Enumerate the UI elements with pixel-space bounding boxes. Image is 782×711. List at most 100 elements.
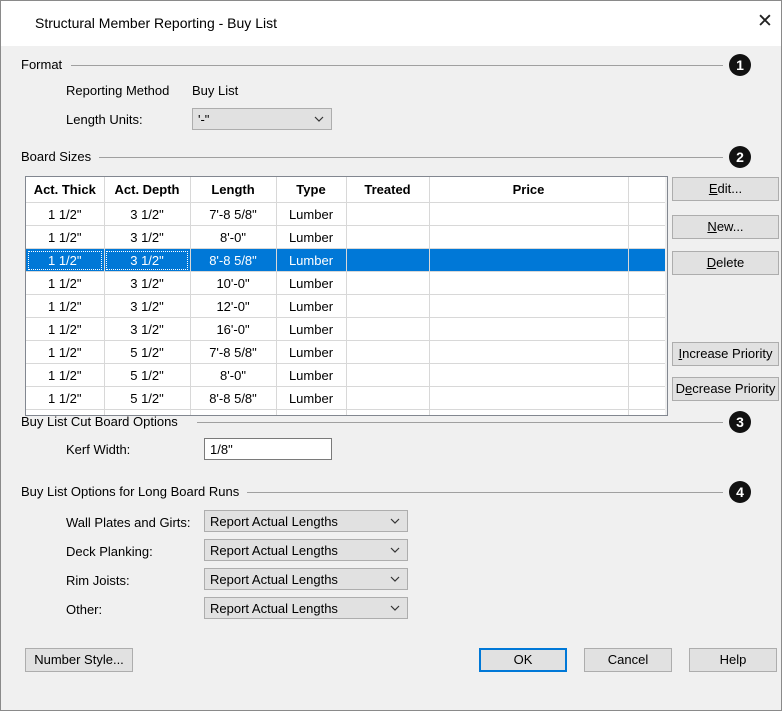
table-cell[interactable]: Lumber — [276, 271, 347, 295]
table-scrollbar[interactable] — [665, 177, 668, 415]
table-cell[interactable]: 5 1/2" — [104, 363, 191, 387]
table-cell[interactable]: 1 1/2" — [26, 386, 105, 410]
table-row[interactable]: 1 1/2" 5 1/2" 8'-0" Lumber — [26, 363, 665, 387]
table-row[interactable]: 1 1/2" 3 1/2" 7'-8 5/8" Lumber — [26, 202, 665, 226]
board-sizes-table[interactable]: Act. Thick Act. Depth Length Type Treate… — [25, 176, 668, 416]
number-style-button[interactable]: Number Style... — [25, 648, 133, 672]
table-cell[interactable]: 3 1/2" — [104, 271, 191, 295]
table-cell[interactable] — [346, 294, 430, 318]
table-cell[interactable] — [429, 386, 629, 410]
table-cell[interactable]: Lumber — [276, 386, 347, 410]
table-cell[interactable]: 1 1/2" — [26, 225, 105, 249]
table-row[interactable]: 1 1/2" 5 1/2" 7'-8 5/8" Lumber — [26, 340, 665, 364]
table-cell[interactable]: 1 1/2" — [26, 317, 105, 341]
table-cell[interactable]: 1 1/2" — [26, 363, 105, 387]
table-cell[interactable]: 10'-0" — [190, 271, 277, 295]
close-icon[interactable]: ✕ — [753, 10, 777, 34]
table-cell[interactable]: 7'-8 5/8" — [190, 202, 277, 226]
other-select[interactable]: Report Actual Lengths — [204, 597, 408, 619]
table-cell[interactable]: Lumber — [276, 294, 347, 318]
table-cell[interactable]: Lumber — [276, 317, 347, 341]
table-cell[interactable] — [429, 317, 629, 341]
format-separator — [71, 65, 723, 66]
table-cell[interactable]: 1 1/2" — [26, 248, 105, 272]
help-button[interactable]: Help — [689, 648, 777, 672]
table-cell[interactable]: Lumber — [276, 363, 347, 387]
kerf-width-field[interactable] — [204, 438, 332, 460]
table-cell[interactable]: 1 1/2" — [26, 340, 105, 364]
cancel-button[interactable]: Cancel — [584, 648, 672, 672]
table-cell[interactable]: Lumber — [276, 202, 347, 226]
column-header-treated[interactable]: Treated — [346, 177, 430, 203]
decrease-priority-button[interactable]: Decrease Priority — [672, 377, 779, 401]
rim-joists-select[interactable]: Report Actual Lengths — [204, 568, 408, 590]
table-cell[interactable]: Lumber — [276, 340, 347, 364]
table-cell[interactable]: 3 1/2" — [104, 294, 191, 318]
table-cell[interactable] — [429, 294, 629, 318]
table-cell[interactable]: 3 1/2" — [104, 248, 191, 272]
table-cell[interactable] — [429, 248, 629, 272]
delete-button[interactable]: Delete — [672, 251, 779, 275]
column-header-act-thick[interactable]: Act. Thick — [26, 177, 105, 203]
new-button[interactable]: New... — [672, 215, 779, 239]
table-cell[interactable] — [346, 271, 430, 295]
table-cell[interactable] — [346, 363, 430, 387]
table-cell-filler — [628, 271, 665, 295]
table-row[interactable]: 1 1/2" 3 1/2" 16'-0" Lumber — [26, 317, 665, 341]
table-row[interactable]: 1 1/2" 5 1/2" 8'-8 5/8" Lumber — [26, 386, 665, 410]
table-row[interactable]: 1 1/2" 3 1/2" 12'-0" Lumber — [26, 294, 665, 318]
table-cell[interactable]: Lumber — [276, 409, 347, 415]
column-header-type[interactable]: Type — [276, 177, 347, 203]
table-cell[interactable]: 3 1/2" — [104, 225, 191, 249]
table-cell[interactable]: 8'-0" — [190, 363, 277, 387]
table-cell[interactable] — [429, 202, 629, 226]
table-cell[interactable] — [346, 248, 430, 272]
table-cell[interactable] — [346, 317, 430, 341]
table-cell[interactable] — [346, 386, 430, 410]
table-cell[interactable]: 1 1/2" — [26, 202, 105, 226]
length-units-label: Length Units: — [66, 112, 143, 127]
table-cell[interactable]: 1 1/2" — [26, 271, 105, 295]
table-cell[interactable]: Lumber — [276, 248, 347, 272]
table-cell[interactable] — [346, 340, 430, 364]
wall-plates-select[interactable]: Report Actual Lengths — [204, 510, 408, 532]
table-cell[interactable]: 3 1/2" — [104, 317, 191, 341]
scrollbar-thumb[interactable] — [667, 245, 668, 269]
table-cell[interactable]: Lumber — [276, 225, 347, 249]
table-cell[interactable]: 10'-0" — [190, 409, 277, 415]
table-cell[interactable] — [346, 225, 430, 249]
table-cell[interactable] — [346, 202, 430, 226]
table-header-row: Act. Thick Act. Depth Length Type Treate… — [26, 177, 665, 203]
table-cell[interactable]: 3 1/2" — [104, 202, 191, 226]
callout-badge-1: 1 — [729, 54, 751, 76]
increase-priority-button[interactable]: Increase Priority — [672, 342, 779, 366]
column-header-price[interactable]: Price — [429, 177, 629, 203]
table-cell[interactable]: 12'-0" — [190, 294, 277, 318]
table-row[interactable]: 1 1/2" 3 1/2" 10'-0" Lumber — [26, 271, 665, 295]
table-cell[interactable] — [429, 271, 629, 295]
kerf-width-input[interactable] — [205, 439, 331, 459]
table-row[interactable]: 1 1/2" 3 1/2" 8'-0" Lumber — [26, 225, 665, 249]
table-cell[interactable]: 5 1/2" — [104, 386, 191, 410]
table-cell[interactable]: 7'-8 5/8" — [190, 340, 277, 364]
table-cell[interactable] — [429, 363, 629, 387]
table-cell[interactable]: 16'-0" — [190, 317, 277, 341]
table-cell[interactable] — [429, 225, 629, 249]
table-cell[interactable]: 8'-8 5/8" — [190, 386, 277, 410]
table-cell[interactable]: 1 1/2" — [26, 294, 105, 318]
table-cell[interactable]: 5 1/2" — [104, 340, 191, 364]
deck-planking-select[interactable]: Report Actual Lengths — [204, 539, 408, 561]
column-header-act-depth[interactable]: Act. Depth — [104, 177, 191, 203]
ok-button[interactable]: OK — [479, 648, 567, 672]
table-cell-filler — [628, 202, 665, 226]
table-cell[interactable] — [429, 409, 629, 415]
table-row[interactable]: 1 1/2" 3 1/2" 8'-8 5/8" Lumber — [26, 248, 665, 272]
long-runs-separator — [247, 492, 723, 493]
column-header-length[interactable]: Length — [190, 177, 277, 203]
table-cell[interactable] — [346, 409, 430, 415]
length-units-select[interactable]: '-" — [192, 108, 332, 130]
table-cell[interactable]: 8'-0" — [190, 225, 277, 249]
edit-button[interactable]: Edit... — [672, 177, 779, 201]
table-cell[interactable]: 8'-8 5/8" — [190, 248, 277, 272]
table-cell[interactable] — [429, 340, 629, 364]
